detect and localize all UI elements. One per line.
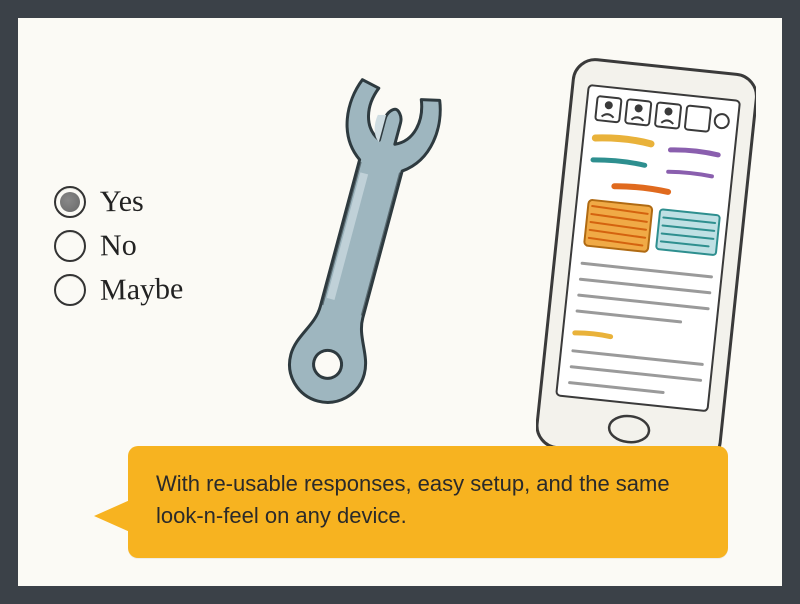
speech-bubble-body: With re-usable responses, easy setup, an… <box>128 446 728 558</box>
radio-label: Maybe <box>100 274 184 305</box>
radio-indicator-icon <box>54 274 86 306</box>
radio-indicator-selected-icon <box>54 186 86 218</box>
speech-bubble: With re-usable responses, easy setup, an… <box>128 446 728 558</box>
radio-option-yes[interactable]: Yes <box>54 186 183 218</box>
phone-mockup-icon <box>536 58 756 478</box>
radio-indicator-icon <box>54 230 86 262</box>
speech-bubble-text: With re-usable responses, easy setup, an… <box>156 468 700 532</box>
radio-label: No <box>100 231 137 262</box>
radio-group: Yes No Maybe <box>54 186 183 318</box>
slide-frame: Yes No Maybe <box>0 0 800 604</box>
slide-canvas: Yes No Maybe <box>18 18 782 586</box>
radio-label: Yes <box>100 187 144 218</box>
radio-option-maybe[interactable]: Maybe <box>54 274 183 306</box>
wrench-icon <box>250 62 450 422</box>
radio-option-no[interactable]: No <box>54 230 183 262</box>
